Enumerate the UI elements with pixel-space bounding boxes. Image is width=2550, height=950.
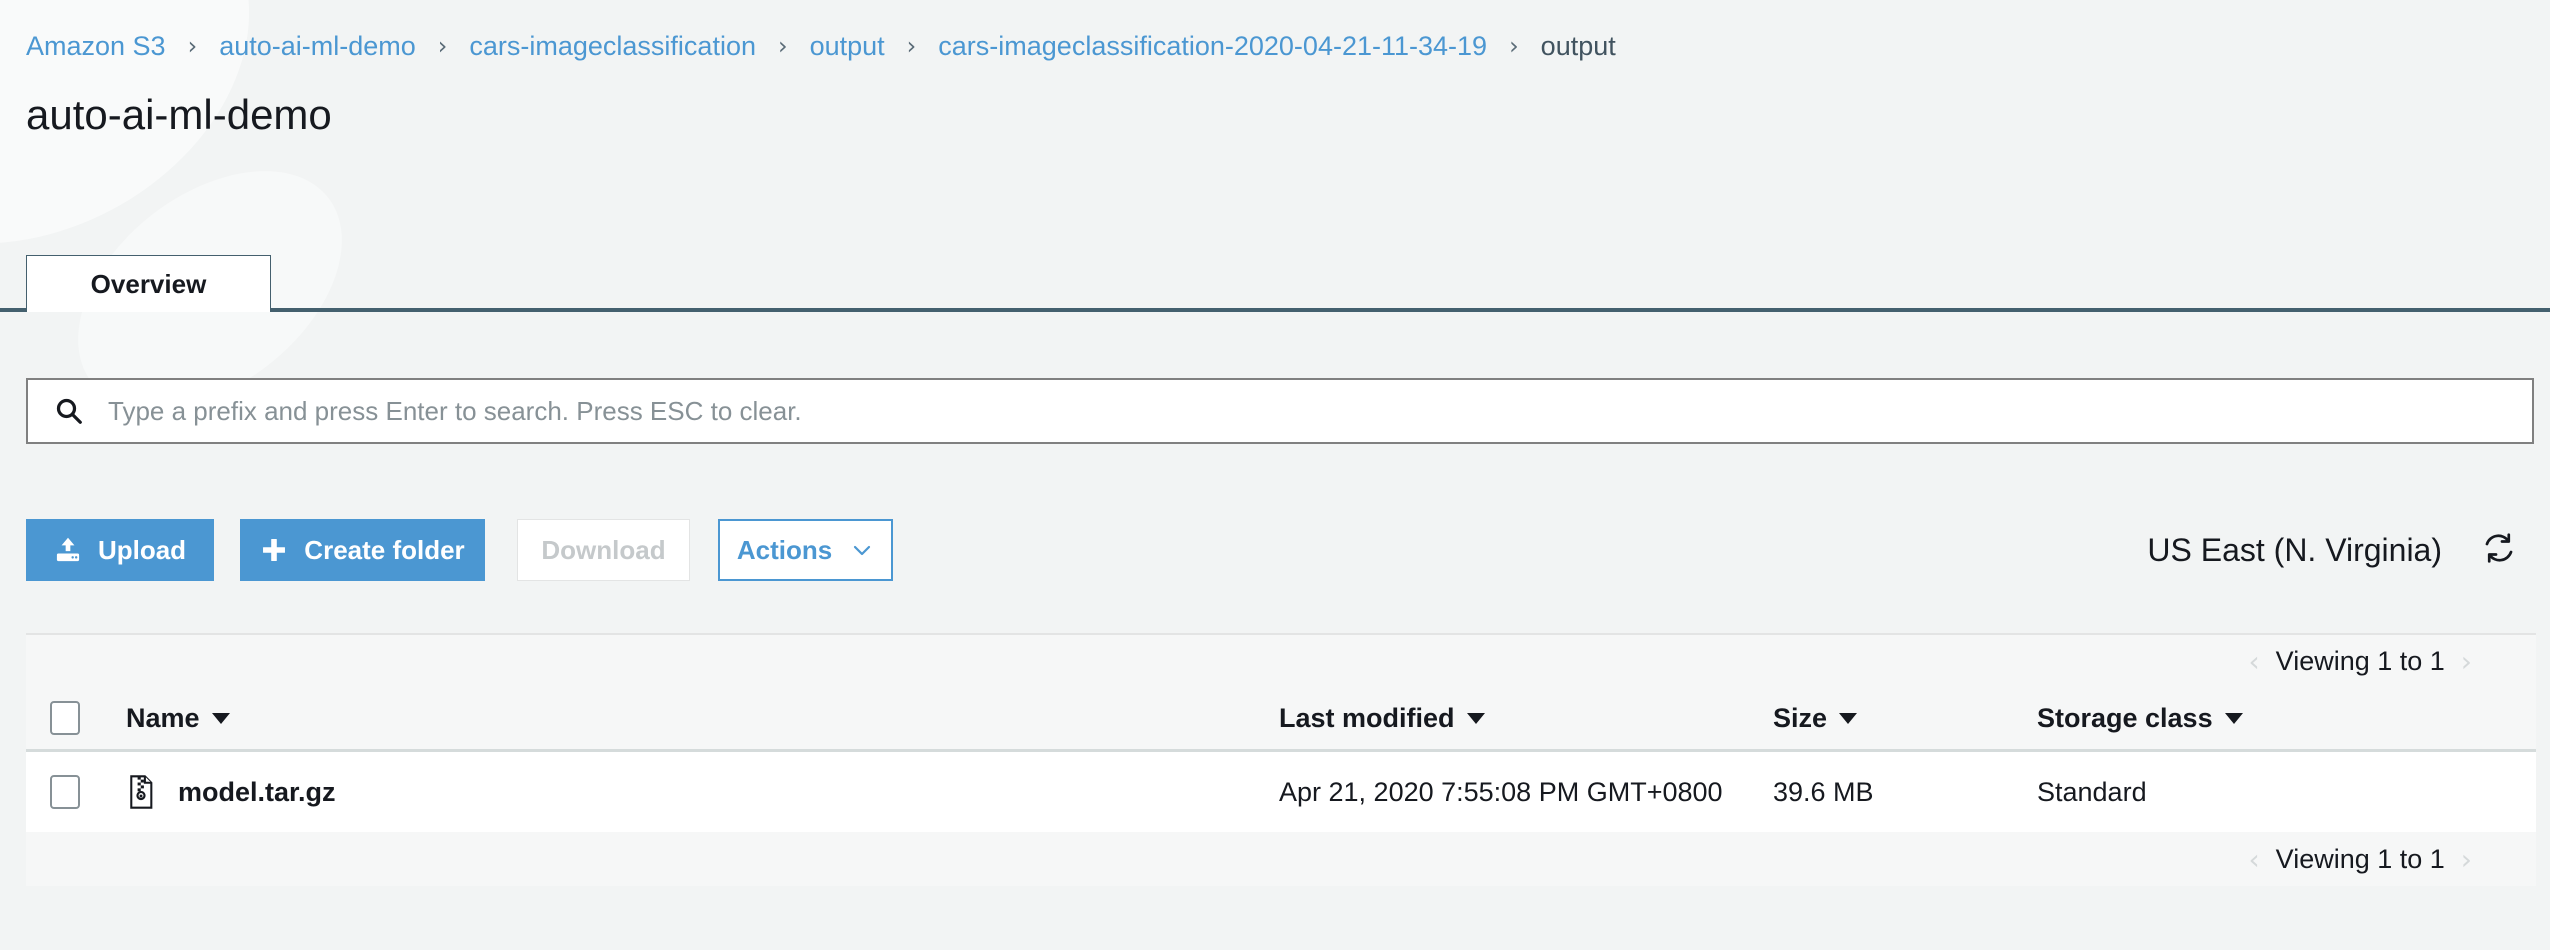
sort-caret-icon <box>1839 712 1858 724</box>
search-input[interactable] <box>108 395 2408 427</box>
column-header-size-label: Size <box>1773 702 1828 733</box>
table-header-row: Name Last modified Size Storage class <box>26 687 2536 752</box>
breadcrumb-separator-icon: › <box>906 32 917 60</box>
chevron-left-icon[interactable]: ‹ <box>2232 843 2275 876</box>
search-icon <box>54 396 84 426</box>
actions-button-label: Actions <box>736 534 833 565</box>
column-header-storage-class-label: Storage class <box>2037 702 2213 733</box>
download-button-label: Download <box>541 534 666 565</box>
pagination-controls-top: ‹ Viewing 1 to 1 › <box>2232 645 2488 678</box>
sort-caret-icon <box>1466 712 1485 724</box>
row-checkbox-cell <box>50 775 80 809</box>
upload-button-label: Upload <box>97 534 187 565</box>
breadcrumb-separator-icon: › <box>1509 32 1519 60</box>
upload-icon <box>54 536 82 564</box>
chevron-right-icon[interactable]: › <box>2445 645 2488 678</box>
column-header-storage-class[interactable]: Storage class <box>2037 703 2243 734</box>
plus-icon <box>260 536 288 564</box>
archive-file-icon <box>126 775 156 809</box>
pagination-controls-bottom: ‹ Viewing 1 to 1 › <box>2232 843 2488 876</box>
select-all-checkbox-cell <box>50 701 80 735</box>
column-header-name-label: Name <box>126 702 200 733</box>
breadcrumb-separator-icon: › <box>777 32 788 60</box>
objects-table: ‹ Viewing 1 to 1 › Name Last modified Si… <box>26 633 2536 886</box>
breadcrumb-item-current: output <box>1540 31 1616 61</box>
breadcrumb-item-cars-imageclassification[interactable]: cars-imageclassification <box>469 30 756 62</box>
tab-bar: Overview <box>0 255 2550 312</box>
row-checkbox[interactable] <box>50 775 80 809</box>
tab-overview[interactable]: Overview <box>26 255 271 312</box>
breadcrumb-item-output[interactable]: output <box>810 30 885 62</box>
sort-caret-icon <box>2224 712 2243 724</box>
region-label: US East (N. Virginia) <box>2147 519 2442 581</box>
upload-button[interactable]: Upload <box>26 519 214 581</box>
select-all-checkbox[interactable] <box>50 701 80 735</box>
refresh-button[interactable] <box>2474 519 2524 581</box>
region-label-text: US East (N. Virginia) <box>2147 531 2442 568</box>
column-header-last-modified[interactable]: Last modified <box>1279 703 1485 734</box>
breadcrumb-item-amazon-s3[interactable]: Amazon S3 <box>26 30 166 62</box>
pagination-label-bottom: Viewing 1 to 1 <box>2275 843 2445 874</box>
table-row[interactable]: model.tar.gz Apr 21, 2020 7:55:08 PM GMT… <box>26 752 2536 832</box>
table-pagination-bottom: ‹ Viewing 1 to 1 › <box>26 832 2536 886</box>
column-header-name[interactable]: Name <box>126 703 230 734</box>
refresh-icon <box>2482 531 2516 570</box>
breadcrumb-item-job-output-folder[interactable]: cars-imageclassification-2020-04-21-11-3… <box>938 30 1487 62</box>
search-bar[interactable] <box>26 378 2534 444</box>
chevron-down-icon <box>850 538 874 562</box>
breadcrumb-separator-icon: › <box>187 32 198 60</box>
create-folder-button[interactable]: Create folder <box>240 519 485 581</box>
tab-overview-label: Overview <box>90 268 207 299</box>
column-header-size[interactable]: Size <box>1773 702 1858 734</box>
cell-size: 39.6 MB <box>1773 776 1874 807</box>
table-pagination-top: ‹ Viewing 1 to 1 › <box>26 633 2536 687</box>
cell-name: model.tar.gz <box>126 775 336 809</box>
download-button: Download <box>517 519 690 581</box>
column-header-last-modified-label: Last modified <box>1279 702 1455 733</box>
sort-caret-icon <box>211 712 230 724</box>
actions-dropdown-button[interactable]: Actions <box>718 519 893 581</box>
chevron-right-icon[interactable]: › <box>2445 843 2488 876</box>
page-title: auto-ai-ml-demo <box>26 91 332 138</box>
file-name-link[interactable]: model.tar.gz <box>178 777 336 808</box>
s3-bucket-browser-page: Amazon S3 › auto-ai-ml-demo › cars-image… <box>0 0 2550 950</box>
chevron-left-icon[interactable]: ‹ <box>2232 645 2275 678</box>
cell-last-modified: Apr 21, 2020 7:55:08 PM GMT+0800 <box>1279 776 1723 807</box>
pagination-label-top: Viewing 1 to 1 <box>2275 645 2445 676</box>
action-toolbar: Upload Create folder Download Actions US… <box>0 519 2550 583</box>
breadcrumb-item-auto-ai-ml-demo[interactable]: auto-ai-ml-demo <box>219 30 416 62</box>
breadcrumb: Amazon S3 › auto-ai-ml-demo › cars-image… <box>26 30 1616 62</box>
cell-storage-class: Standard <box>2037 776 2147 807</box>
breadcrumb-separator-icon: › <box>437 32 448 60</box>
create-folder-button-label: Create folder <box>304 534 465 565</box>
